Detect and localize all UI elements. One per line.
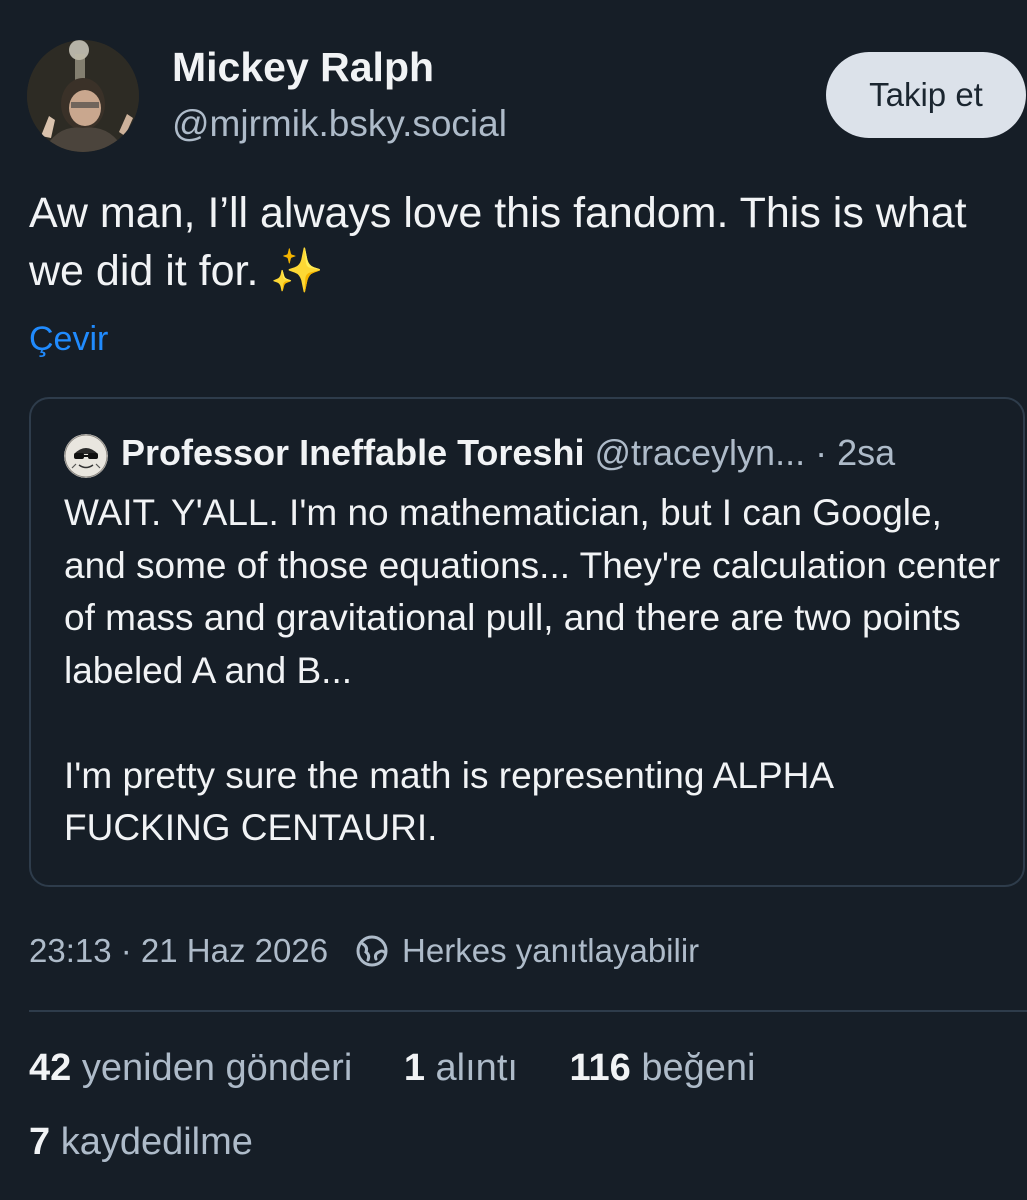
author-handle[interactable]: @mjrmik.bsky.social [172, 103, 507, 145]
quoted-author-handle[interactable]: @traceylyn... [594, 432, 805, 473]
reposts-count: 42 [29, 1047, 72, 1089]
quoted-author-avatar-image [64, 434, 108, 478]
quoted-post-time: 2sa [837, 432, 896, 473]
saves-label: kaydedilme [60, 1121, 253, 1163]
quotes-stat[interactable]: 1 alıntı [404, 1047, 518, 1090]
likes-stat[interactable]: 116 beğeni [570, 1047, 756, 1090]
quoted-separator: · [815, 432, 828, 473]
quoted-paragraph: WAIT. Y'ALL. I'm no mathematician, but I… [64, 492, 1001, 691]
post-stats: 42 yeniden gönderi 1 alıntı 116 beğeni [29, 1047, 797, 1090]
author-name[interactable]: Mickey Ralph [172, 44, 434, 91]
quoted-author-avatar [64, 434, 108, 478]
quoted-paragraph: I'm pretty sure the math is representing… [64, 754, 832, 849]
post-meta: 23:13 · 21 Haz 2026 Herkes yanıtlayabili… [29, 932, 699, 970]
post-timestamp: 23:13 · 21 Haz 2026 [29, 932, 329, 969]
post-stats-row2: 7 kaydedilme [29, 1121, 294, 1164]
post-text: Aw man, I’ll always love this fandom. Th… [29, 189, 967, 295]
author-avatar[interactable] [27, 40, 139, 152]
divider [29, 1010, 1027, 1012]
globe-icon [356, 935, 388, 967]
reposts-stat[interactable]: 42 yeniden gönderi [29, 1047, 352, 1090]
quotes-count: 1 [403, 1047, 425, 1089]
likes-count: 116 [569, 1047, 631, 1089]
quoted-post-body: WAIT. Y'ALL. I'm no mathematician, but I… [64, 487, 1004, 855]
saves-stat[interactable]: 7 kaydedilme [29, 1121, 253, 1164]
translate-link[interactable]: Çevir [29, 320, 108, 359]
follow-button[interactable]: Takip et [826, 52, 1026, 138]
author-avatar-image [27, 40, 139, 152]
saves-count: 7 [29, 1121, 51, 1163]
reply-setting[interactable]: Herkes yanıtlayabilir [402, 932, 699, 970]
reposts-label: yeniden gönderi [81, 1047, 353, 1089]
quoted-post-header: Professor Ineffable Toreshi @traceylyn..… [121, 432, 1003, 474]
quoted-author-name[interactable]: Professor Ineffable Toreshi [121, 432, 584, 473]
quoted-post[interactable]: Professor Ineffable Toreshi @traceylyn..… [29, 397, 1025, 887]
quotes-label: alıntı [435, 1047, 518, 1089]
likes-label: beğeni [641, 1047, 756, 1089]
